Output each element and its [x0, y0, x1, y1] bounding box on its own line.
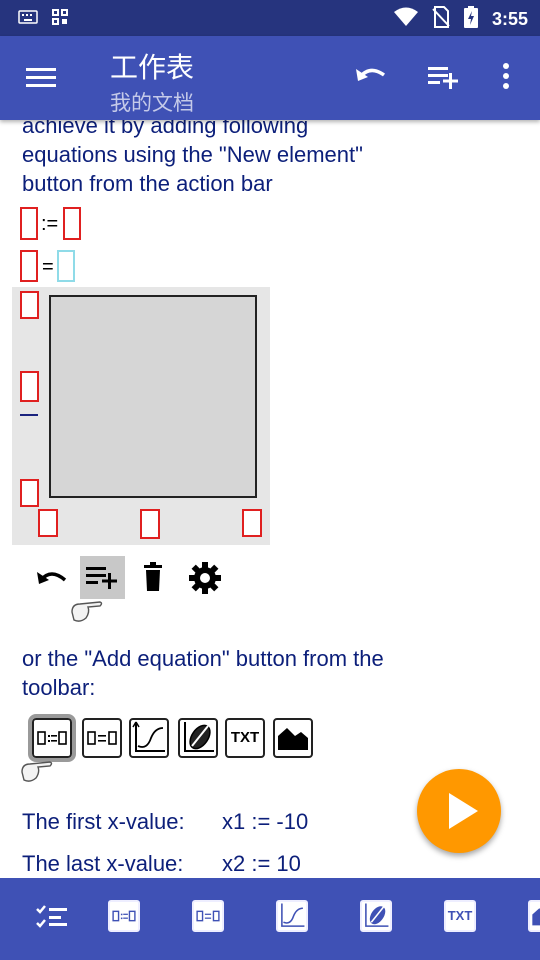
x-max-placeholder[interactable] — [242, 509, 262, 537]
app-bar: 工作表 我的文档 — [0, 36, 540, 120]
result-placeholder[interactable] — [57, 250, 75, 282]
pointing-hand-icon — [20, 758, 54, 789]
help-text-line: button from the action bar — [22, 171, 273, 196]
clock: 3:55 — [491, 9, 528, 29]
image-icon[interactable] — [528, 900, 540, 936]
add-element-icon[interactable] — [428, 63, 460, 94]
more-vert-icon[interactable] — [502, 63, 510, 94]
pointing-hand-icon — [70, 598, 104, 629]
y-max-placeholder[interactable] — [20, 291, 39, 319]
first-x-label: The first x-value: — [22, 809, 185, 834]
undo-icon — [34, 566, 70, 597]
equation-icon[interactable] — [192, 900, 228, 936]
wifi-icon — [393, 7, 418, 32]
value-placeholder[interactable] — [63, 207, 81, 240]
y-function-placeholder[interactable] — [20, 371, 39, 402]
last-x-label: The last x-value: — [22, 851, 184, 876]
variable-placeholder[interactable] — [20, 207, 38, 240]
grid-icon — [52, 9, 68, 30]
x-min-placeholder[interactable] — [38, 509, 58, 537]
assign-equation-icon — [28, 714, 76, 762]
play-icon — [449, 793, 478, 829]
help-text-partial-line: achieve it by adding following — [22, 120, 309, 138]
text-icon-label: TXT — [230, 729, 260, 746]
help-text-line: toolbar: — [22, 675, 96, 700]
battery-charging-icon — [463, 6, 478, 33]
menu-icon[interactable] — [26, 66, 58, 95]
equation-icon — [82, 718, 122, 758]
parametric-plot-icon — [178, 718, 218, 758]
function-plot-icon[interactable] — [276, 900, 312, 936]
parametric-plot-icon[interactable] — [360, 900, 396, 936]
assign-equation-icon[interactable] — [108, 900, 144, 936]
worksheet-content: achieve it by adding following equations… — [0, 120, 540, 878]
text-icon-label: TXT — [447, 908, 473, 923]
last-x-equation[interactable]: x2 := 10 — [222, 849, 301, 878]
image-icon — [273, 718, 313, 758]
checklist-icon[interactable] — [36, 904, 72, 940]
text-icon: TXT — [225, 718, 265, 758]
bottom-toolbar: TXT — [0, 878, 540, 960]
y-min-placeholder[interactable] — [20, 479, 39, 507]
new-element-icon — [80, 556, 125, 599]
function-plot[interactable] — [12, 287, 270, 545]
run-button[interactable] — [417, 769, 501, 853]
document-name[interactable]: 我的文档 — [110, 87, 194, 117]
no-sim-icon — [432, 6, 450, 33]
app-title: 工作表 — [110, 52, 195, 83]
expression-placeholder[interactable] — [20, 250, 38, 282]
help-text-line: equations using the "New element" — [22, 142, 363, 167]
text-icon[interactable]: TXT — [444, 900, 480, 936]
assign-operator: := — [41, 213, 59, 235]
series-line-marker — [20, 414, 38, 416]
plot-area[interactable] — [49, 295, 257, 498]
x-variable-placeholder[interactable] — [140, 509, 160, 539]
keyboard-icon — [18, 10, 38, 29]
undo-icon[interactable] — [354, 63, 388, 94]
status-bar: 3:55 — [0, 0, 540, 36]
equals-operator: = — [42, 256, 54, 278]
help-text-line: or the "Add equation" button from the — [22, 646, 384, 671]
settings-icon — [187, 560, 223, 601]
function-plot-icon — [129, 718, 169, 758]
first-x-equation[interactable]: x1 := -10 — [222, 807, 308, 837]
delete-icon — [142, 562, 164, 597]
